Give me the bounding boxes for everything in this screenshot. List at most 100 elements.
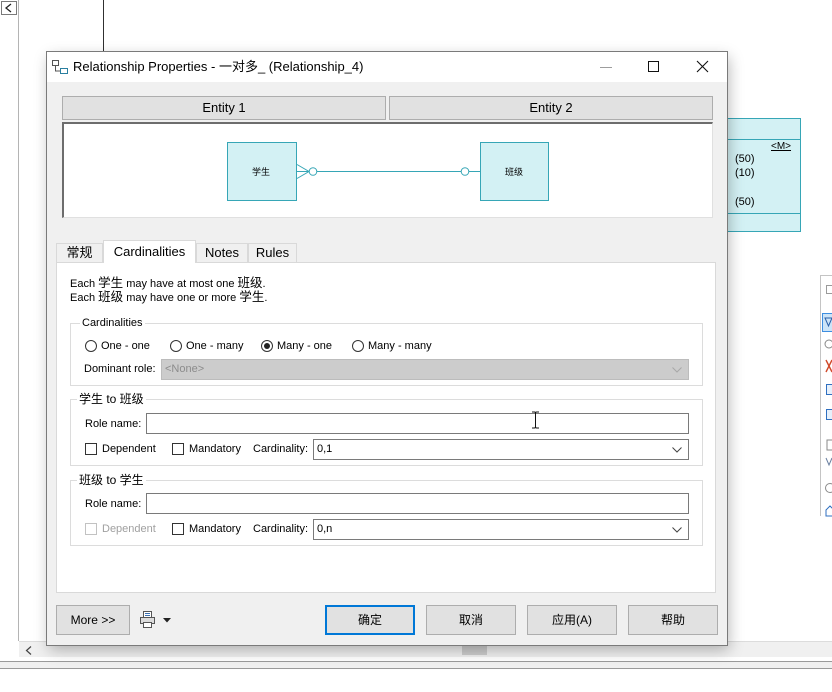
checkbox-box[interactable] — [85, 523, 97, 535]
radio-many-one[interactable]: Many - one — [261, 339, 332, 353]
checkbox-box[interactable] — [172, 523, 184, 535]
chevron-down-icon — [672, 367, 682, 373]
cardinality-label: Cardinality: — [253, 523, 309, 535]
more-button[interactable]: More >> — [56, 605, 130, 635]
tab-notes[interactable]: Notes — [196, 243, 248, 263]
chevron-down-icon — [672, 527, 682, 533]
role-name-label: Role name: — [85, 498, 142, 510]
view-icon[interactable] — [826, 409, 832, 420]
icon-box-shape — [52, 60, 59, 66]
scrollbar-thumb[interactable] — [462, 645, 487, 655]
minimize-icon[interactable] — [600, 67, 612, 68]
entity-identifier-separator — [721, 213, 800, 214]
radio-label: Many - many — [368, 340, 432, 352]
mandatory-checkbox[interactable]: Mandatory — [172, 442, 241, 456]
relationship-description-line: Each 班级 may have one or more 学生. — [70, 290, 267, 305]
printer-icon[interactable] — [140, 610, 156, 628]
role-name-input[interactable] — [146, 493, 689, 514]
scroll-left-icon[interactable] — [25, 646, 33, 655]
printer-output-shape — [143, 622, 152, 628]
entity-2-button[interactable]: Entity 2 — [389, 96, 713, 120]
cardinalities-group: Cardinalities One - one One - many Many … — [70, 316, 703, 386]
collapse-left-icon[interactable] — [1, 1, 17, 15]
radio-label: Many - one — [277, 340, 333, 352]
background-entity-symbol[interactable]: <M> (50) (10) (50) — [720, 118, 801, 232]
relationship-properties-dialog: Relationship Properties - 一对多_ (Relation… — [47, 52, 727, 645]
role-name-label: Role name: — [85, 418, 142, 430]
apply-button[interactable]: 应用(A) — [527, 605, 617, 635]
cardinality-combobox[interactable]: 0,n — [313, 519, 689, 540]
close-icon[interactable] — [696, 60, 709, 73]
radio-many-many[interactable]: Many - many — [352, 339, 432, 353]
status-bar — [0, 661, 832, 669]
tab-rules[interactable]: Rules — [248, 243, 297, 263]
scroll-left-shape — [25, 646, 32, 655]
role-group-label: 班级 to 学生 — [77, 473, 146, 487]
help-button[interactable]: 帮助 — [628, 605, 718, 635]
desc-text: may have one or more — [123, 292, 240, 304]
maximize-icon[interactable] — [648, 61, 659, 72]
desc-text: Each — [70, 278, 99, 290]
relationship-diagram-preview: 学生 班级 — [62, 122, 713, 218]
cardinalities-tab-panel: Each 学生 may have at most one 班级. Each 班级… — [56, 262, 716, 593]
checkbox-box[interactable] — [85, 443, 97, 455]
cardinality-value: 0,n — [317, 523, 333, 535]
checkbox-box[interactable] — [172, 443, 184, 455]
radio-label: One - one — [101, 340, 150, 352]
checkbox-label: Dependent — [102, 523, 156, 535]
cardinality-combobox[interactable]: 0,1 — [313, 439, 689, 460]
radio-one-many[interactable]: One - many — [170, 339, 243, 353]
desc-entity-name: 班级 — [237, 276, 263, 290]
checkbox-label: Mandatory — [189, 523, 241, 535]
tab-cardinalities[interactable]: Cardinalities — [103, 240, 196, 263]
role-group-label: 学生 to 班级 — [77, 392, 146, 406]
desc-entity-name: 学生 — [239, 290, 265, 304]
link-icon[interactable] — [825, 457, 832, 467]
attribute-length: (10) — [735, 167, 755, 179]
cancel-button[interactable]: 取消 — [426, 605, 516, 635]
optional-circle-marker — [460, 167, 470, 176]
dependent-checkbox[interactable]: Dependent — [85, 442, 156, 456]
role-group-entity2-to-entity1: 班级 to 学生 Role name: Dependent Mandatory … — [70, 473, 703, 546]
tab-general[interactable]: 常规 — [56, 243, 103, 263]
relationship-connector-line — [103, 0, 104, 54]
title-bar[interactable]: Relationship Properties - 一对多_ (Relation… — [47, 52, 727, 82]
ok-button[interactable]: 确定 — [325, 605, 415, 635]
zoom-icon[interactable] — [824, 339, 832, 349]
desc-entity-name: 班级 — [98, 290, 124, 304]
chevron-shape — [672, 367, 682, 373]
mandatory-checkbox[interactable]: Mandatory — [172, 522, 241, 536]
left-pane — [0, 0, 19, 641]
role-group-entity1-to-entity2: 学生 to 班级 Role name: Dependent Mandatory … — [70, 392, 703, 466]
package-icon[interactable] — [825, 505, 832, 517]
radio-circle[interactable] — [352, 340, 364, 352]
radio-one-one[interactable]: One - one — [85, 339, 150, 353]
entity-icon[interactable] — [826, 384, 832, 395]
cardinalities-group-label: Cardinalities — [80, 316, 145, 330]
optional-circle-marker — [308, 167, 318, 176]
radio-circle[interactable] — [261, 340, 273, 352]
chevron-shape — [672, 527, 682, 533]
relationship-properties-icon — [52, 60, 68, 74]
print-dropdown-icon[interactable] — [163, 618, 171, 623]
relationship-diagram-canvas: 学生 班级 — [227, 142, 549, 201]
checkbox-label: Mandatory — [189, 443, 241, 455]
dominant-role-combobox[interactable]: <None> — [161, 359, 689, 380]
relationship-description-line: Each 学生 may have at most one 班级. — [70, 276, 266, 291]
inheritance-icon[interactable] — [826, 439, 832, 451]
cardinality-value: 0,1 — [317, 443, 333, 455]
ibeam-shape — [532, 411, 539, 429]
radio-circle[interactable] — [170, 340, 182, 352]
radio-label: One - many — [186, 340, 244, 352]
role-name-input[interactable] — [146, 413, 689, 434]
ellipse-icon[interactable] — [825, 483, 832, 493]
delete-icon[interactable] — [825, 359, 832, 373]
close-x-shape — [696, 60, 709, 73]
dependent-checkbox[interactable]: Dependent — [85, 522, 156, 536]
desc-text: . — [262, 278, 266, 290]
grid-icon[interactable] — [826, 285, 832, 294]
desc-text: may have at most one — [123, 278, 238, 290]
entity-1-button[interactable]: Entity 1 — [62, 96, 386, 120]
radio-circle[interactable] — [85, 340, 97, 352]
desc-text: . — [264, 292, 268, 304]
